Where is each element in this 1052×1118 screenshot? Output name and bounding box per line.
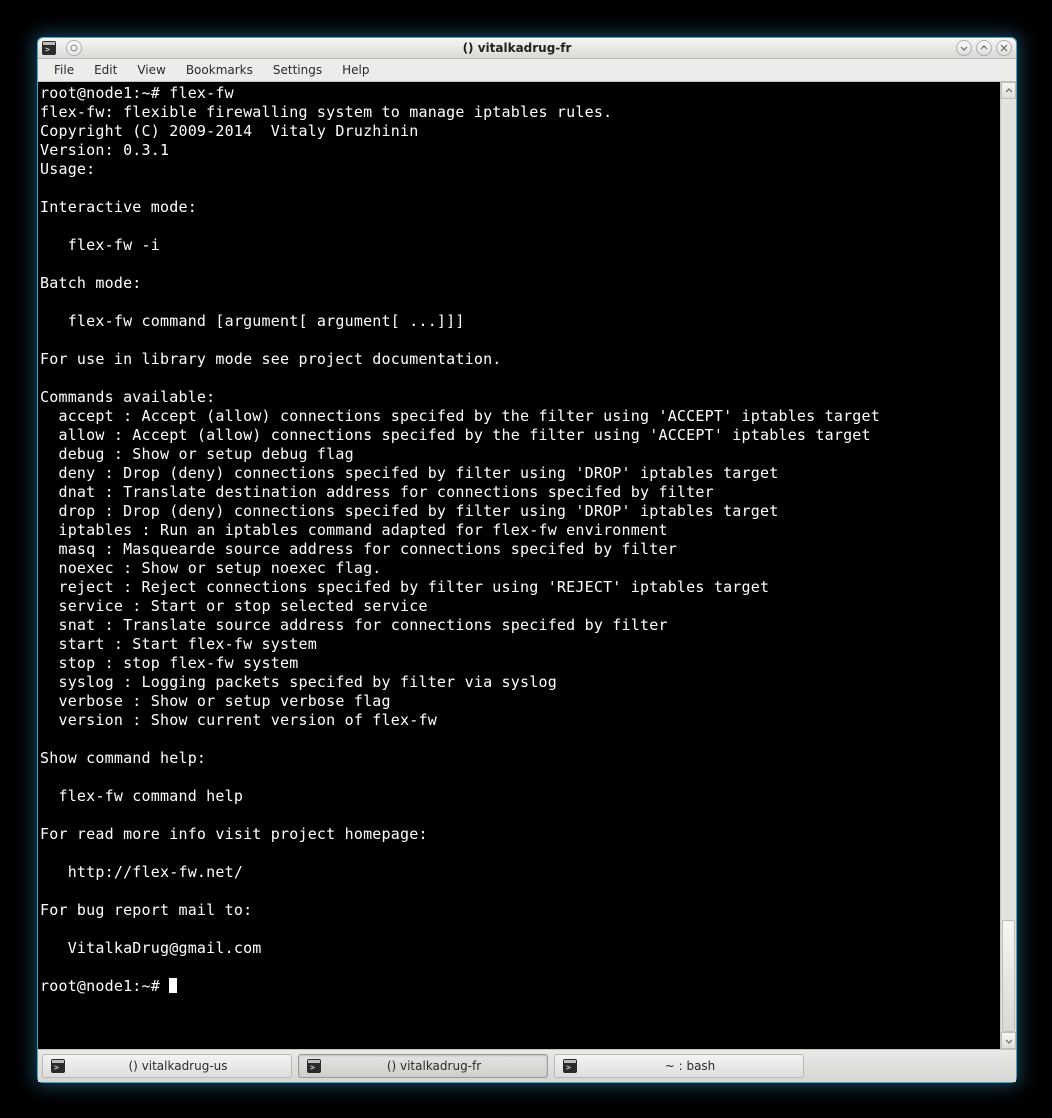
scroll-down-button[interactable] [1001, 1032, 1016, 1049]
terminal-container: root@node1:~# flex-fw flex-fw: flexible … [38, 82, 1016, 1049]
output-line: drop : Drop (deny) connections specifed … [40, 502, 778, 520]
terminal[interactable]: root@node1:~# flex-fw flex-fw: flexible … [38, 82, 1000, 1049]
svg-text:>: > [566, 1063, 571, 1072]
output-line: stop : stop flex-fw system [40, 654, 298, 672]
output-line: start : Start flex-fw system [40, 635, 317, 653]
output-line: accept : Accept (allow) connections spec… [40, 407, 880, 425]
app-icon: > [42, 41, 56, 55]
output-line: flex-fw: flexible firewalling system to … [40, 103, 612, 121]
menubar: File Edit View Bookmarks Settings Help [38, 59, 1016, 82]
output-line: Version: 0.3.1 [40, 141, 169, 159]
terminal-icon: > [51, 1059, 65, 1073]
output-line: reject : Reject connections specifed by … [40, 578, 769, 596]
task-vitalkadrug-us[interactable]: > () vitalkadrug-us [42, 1054, 292, 1078]
task-label: () vitalkadrug-us [73, 1059, 283, 1073]
minimize-button[interactable] [956, 40, 972, 56]
output-line: flex-fw -i [40, 236, 160, 254]
output-line: service : Start or stop selected service [40, 597, 428, 615]
output-line: Show command help: [40, 749, 206, 767]
command: flex-fw [169, 84, 234, 102]
output-line: syslog : Logging packets specifed by fil… [40, 673, 557, 691]
output-line: verbose : Show or setup verbose flag [40, 692, 391, 710]
output-line: For read more info visit project homepag… [40, 825, 428, 843]
terminal-icon: > [563, 1059, 577, 1073]
output-line: For use in library mode see project docu… [40, 350, 502, 368]
app-menu-button[interactable] [66, 40, 82, 56]
menu-bookmarks[interactable]: Bookmarks [176, 59, 263, 81]
scrollbar[interactable] [1000, 82, 1016, 1049]
task-vitalkadrug-fr[interactable]: > () vitalkadrug-fr [298, 1054, 548, 1078]
output-line: masq : Masquearde source address for con… [40, 540, 677, 558]
output-line: Usage: [40, 160, 95, 178]
output-line: version : Show current version of flex-f… [40, 711, 437, 729]
scrollbar-track[interactable] [1001, 99, 1016, 1032]
menu-help[interactable]: Help [332, 59, 379, 81]
output-line: For bug report mail to: [40, 901, 252, 919]
output-line: flex-fw command help [40, 787, 243, 805]
app-window: > () vitalkadrug-fr File Edit View Bookm… [37, 37, 1017, 1083]
titlebar[interactable]: > () vitalkadrug-fr [38, 38, 1016, 59]
window-title: () vitalkadrug-fr [82, 41, 952, 55]
output-line: flex-fw command [argument[ argument[ ...… [40, 312, 465, 330]
task-label: () vitalkadrug-fr [329, 1059, 539, 1073]
svg-text:>: > [310, 1063, 315, 1072]
terminal-icon: > [307, 1059, 321, 1073]
output-line: deny : Drop (deny) connections specifed … [40, 464, 778, 482]
output-line: Commands available: [40, 388, 215, 406]
menu-settings[interactable]: Settings [263, 59, 332, 81]
output-line: iptables : Run an iptables command adapt… [40, 521, 668, 539]
output-line: noexec : Show or setup noexec flag. [40, 559, 382, 577]
svg-text:>: > [45, 45, 50, 54]
output-line: dnat : Translate destination address for… [40, 483, 714, 501]
prompt: root@node1:~# [40, 977, 169, 995]
cursor-icon [169, 978, 177, 993]
svg-text:>: > [54, 1063, 59, 1072]
task-label: ~ : bash [585, 1059, 795, 1073]
maximize-button[interactable] [976, 40, 992, 56]
output-line: http://flex-fw.net/ [40, 863, 243, 881]
output-line: Interactive mode: [40, 198, 197, 216]
menu-edit[interactable]: Edit [84, 59, 127, 81]
output-line: Batch mode: [40, 274, 142, 292]
scrollbar-thumb[interactable] [1002, 920, 1015, 1032]
output-line: VitalkaDrug@gmail.com [40, 939, 262, 957]
taskbar: > () vitalkadrug-us > () vitalkadrug-fr … [38, 1049, 1016, 1082]
prompt: root@node1:~# [40, 84, 169, 102]
output-line: snat : Translate source address for conn… [40, 616, 668, 634]
output-line: Copyright (C) 2009-2014 Vitaly Druzhinin [40, 122, 418, 140]
menu-view[interactable]: View [127, 59, 175, 81]
scroll-up-button[interactable] [1001, 82, 1016, 99]
menu-file[interactable]: File [44, 59, 84, 81]
close-button[interactable] [996, 40, 1012, 56]
output-line: debug : Show or setup debug flag [40, 445, 354, 463]
output-line: allow : Accept (allow) connections speci… [40, 426, 871, 444]
task-bash[interactable]: > ~ : bash [554, 1054, 804, 1078]
